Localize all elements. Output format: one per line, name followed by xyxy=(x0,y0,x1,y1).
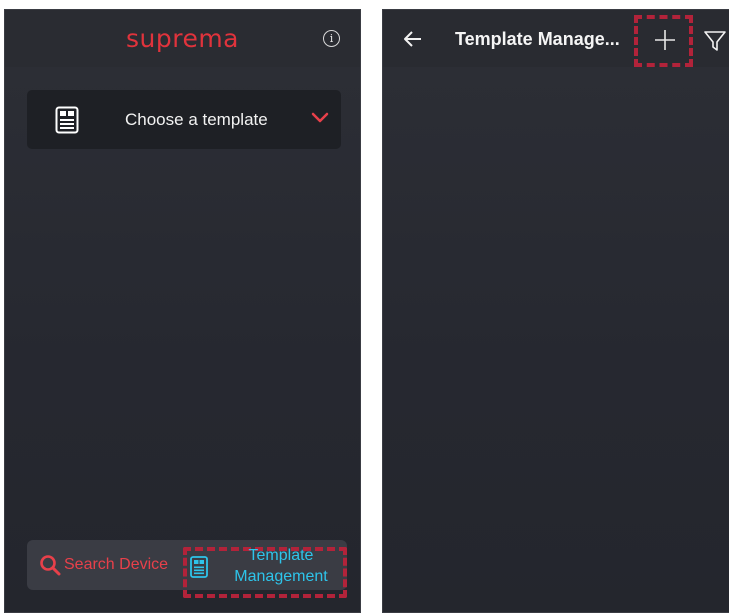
brand-logo: suprema xyxy=(125,24,240,53)
template-document-icon xyxy=(55,106,79,134)
template-management-button[interactable]: Template Management xyxy=(185,547,347,598)
template-management-label-line2: Management xyxy=(234,568,328,585)
search-device-button[interactable]: Search Device xyxy=(27,540,177,590)
search-device-label: Search Device xyxy=(64,556,169,573)
template-management-label-line1: Template xyxy=(248,547,314,564)
page-title: Template Manage... xyxy=(455,29,620,49)
template-management-label: Template Management xyxy=(217,545,345,587)
search-icon xyxy=(40,555,61,576)
filter-icon[interactable] xyxy=(704,30,726,52)
template-management-screen: Template Manage... xyxy=(382,9,729,613)
app-bar: suprema i xyxy=(5,10,360,67)
plus-icon[interactable] xyxy=(654,29,676,51)
info-icon[interactable]: i xyxy=(323,30,340,47)
chevron-down-icon xyxy=(311,112,329,123)
choose-template-dropdown[interactable]: Choose a template xyxy=(27,90,341,149)
arrow-left-icon[interactable] xyxy=(403,30,423,48)
template-document-icon xyxy=(190,556,208,578)
choose-template-label: Choose a template xyxy=(125,110,268,129)
home-screen: suprema i Choose a template Search Devic… xyxy=(4,9,361,613)
